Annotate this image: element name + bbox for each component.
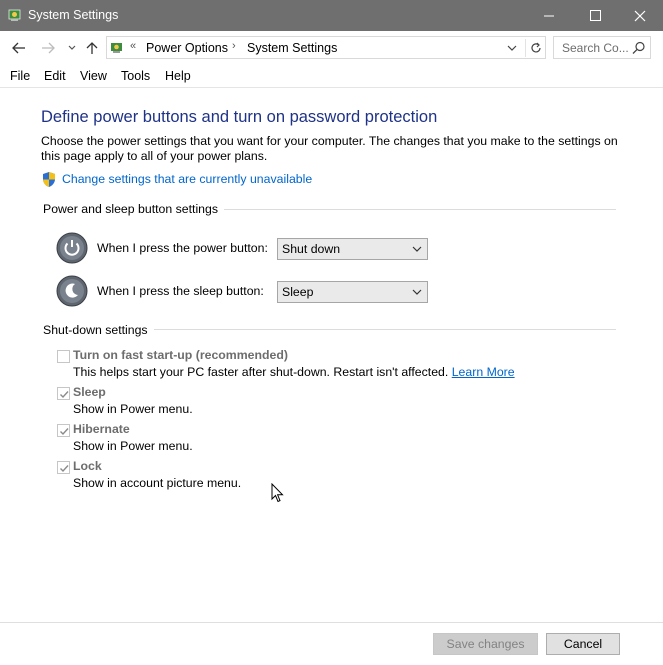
- up-button[interactable]: [83, 39, 101, 57]
- fast-startup-label: Turn on fast start-up (recommended): [73, 348, 288, 362]
- back-button[interactable]: [10, 39, 28, 57]
- page-title: Define power buttons and turn on passwor…: [41, 108, 438, 126]
- lock-label: Lock: [73, 459, 102, 473]
- hibernate-label: Hibernate: [73, 422, 130, 436]
- menu-edit[interactable]: Edit: [44, 69, 66, 83]
- control-panel-icon: [8, 9, 21, 21]
- close-icon: [634, 10, 646, 21]
- minimize-icon: [544, 15, 554, 16]
- fast-startup-desc-text: This helps start your PC faster after sh…: [73, 365, 449, 379]
- checkmark-icon: [60, 428, 69, 436]
- refresh-button[interactable]: [525, 39, 545, 57]
- arrow-left-icon: [12, 42, 25, 54]
- recent-locations-button[interactable]: [63, 39, 81, 57]
- mouse-cursor-icon: [271, 483, 284, 503]
- maximize-button[interactable]: [572, 0, 618, 31]
- sleep-button-value: Sleep: [282, 285, 314, 299]
- checkmark-icon: [60, 465, 69, 473]
- sleep-button-icon: [56, 275, 88, 307]
- main-content: Define power buttons and turn on passwor…: [0, 88, 663, 622]
- fast-startup-description: This helps start your PC faster after sh…: [73, 365, 515, 379]
- chevron-down-icon: [412, 289, 422, 295]
- search-placeholder: Search Co...: [562, 41, 629, 55]
- menu-tools[interactable]: Tools: [121, 69, 150, 83]
- footer-bar: Save changes Cancel: [0, 622, 663, 665]
- hibernate-checkbox[interactable]: [57, 424, 70, 437]
- menu-help[interactable]: Help: [165, 69, 191, 83]
- power-button-value: Shut down: [282, 242, 341, 256]
- maximize-icon: [589, 10, 601, 21]
- menu-file[interactable]: File: [10, 69, 30, 83]
- lock-checkbox[interactable]: [57, 461, 70, 474]
- close-button[interactable]: [617, 0, 663, 31]
- shield-icon: [43, 172, 55, 187]
- sleep-label: Sleep: [73, 385, 106, 399]
- power-group-title: Power and sleep button settings: [43, 202, 225, 216]
- page-description: Choose the power settings that you want …: [41, 134, 618, 163]
- menu-bar: File Edit View Tools Help: [0, 64, 663, 88]
- address-toolbar: « Power Options › System Settings Search…: [0, 31, 663, 64]
- refresh-icon: [530, 42, 541, 53]
- learn-more-link[interactable]: Learn More: [452, 365, 515, 379]
- sleep-checkbox[interactable]: [57, 387, 70, 400]
- address-bar[interactable]: « Power Options › System Settings: [106, 36, 546, 59]
- search-input[interactable]: Search Co...: [553, 36, 651, 59]
- chevron-down-icon: [68, 45, 76, 50]
- breadcrumb-system-settings[interactable]: System Settings: [247, 41, 337, 55]
- shutdown-group-title: Shut-down settings: [43, 323, 154, 337]
- minimize-button[interactable]: [526, 0, 572, 31]
- breadcrumb-power-options[interactable]: Power Options: [146, 41, 228, 55]
- change-settings-link[interactable]: Change settings that are currently unava…: [62, 172, 312, 186]
- title-bar: System Settings: [0, 0, 663, 31]
- save-changes-button[interactable]: Save changes: [433, 633, 538, 655]
- chevron-down-icon: [412, 246, 422, 252]
- breadcrumb-separator: ›: [232, 40, 236, 52]
- breadcrumb-overflow[interactable]: «: [130, 40, 136, 52]
- menu-view[interactable]: View: [80, 69, 107, 83]
- arrow-up-icon: [86, 42, 98, 54]
- checkmark-icon: [60, 391, 69, 399]
- lock-description: Show in account picture menu.: [73, 476, 242, 490]
- cancel-button[interactable]: Cancel: [546, 633, 620, 655]
- window-title: System Settings: [28, 8, 119, 22]
- hibernate-description: Show in Power menu.: [73, 439, 193, 453]
- power-button-label: When I press the power button:: [97, 241, 268, 255]
- arrow-right-icon: [42, 42, 55, 54]
- sleep-button-select[interactable]: Sleep: [277, 281, 428, 303]
- fast-startup-checkbox[interactable]: [57, 350, 70, 363]
- power-button-icon: [56, 232, 88, 264]
- sleep-button-label: When I press the sleep button:: [97, 284, 264, 298]
- search-icon[interactable]: [632, 41, 646, 55]
- control-panel-icon: [111, 43, 122, 53]
- chevron-down-icon[interactable]: [505, 41, 519, 55]
- sleep-description: Show in Power menu.: [73, 402, 193, 416]
- power-button-select[interactable]: Shut down: [277, 238, 428, 260]
- forward-button[interactable]: [39, 39, 57, 57]
